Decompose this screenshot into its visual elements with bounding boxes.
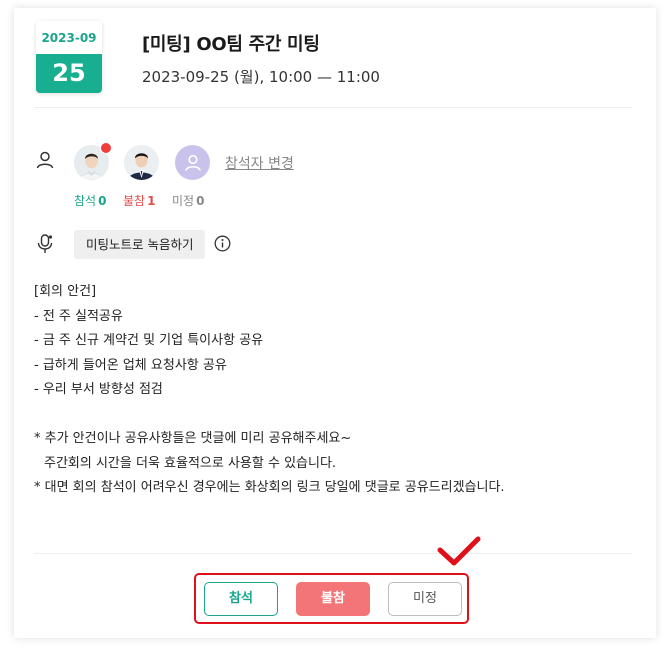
meeting-title: [미팅] OO팀 주간 미팅: [142, 34, 320, 55]
attend-count: 참석 0: [74, 192, 106, 209]
checkmark-icon: [437, 536, 481, 566]
record-meeting-note-button[interactable]: 미팅노트로 녹음하기: [74, 230, 206, 259]
absent-count-value: 1: [147, 194, 156, 208]
undecided-count-label: 미정: [172, 194, 195, 208]
meeting-time: 2023-09-25 (월), 10:00 — 11:00: [142, 68, 380, 86]
info-icon[interactable]: [214, 235, 231, 252]
divider: [34, 553, 632, 554]
absent-count-label: 불참: [123, 194, 146, 208]
attend-count-label: 참석: [74, 194, 97, 208]
absent-count: 불참 1: [123, 192, 155, 209]
microphone-icon: [37, 234, 53, 253]
description-line: * 추가 안건이나 공유사항들은 댓글에 미리 공유해주세요~: [34, 431, 352, 446]
change-attendees-link[interactable]: 참석자 변경: [225, 153, 294, 173]
meeting-description: [회의 안건] - 전 주 실적공유 - 금 주 신규 계약건 및 기업 특이사…: [34, 280, 634, 501]
description-line: - 금 주 신규 계약건 및 기업 특이사항 공유: [34, 333, 264, 348]
description-line: 주간회의 시간을 더욱 효율적으로 사용할 수 있습니다.: [44, 455, 337, 471]
undecided-button[interactable]: 미정: [388, 582, 462, 616]
date-month: 2023-09: [36, 21, 102, 54]
user-placeholder-icon: [184, 154, 201, 171]
description-line: [회의 안건]: [34, 284, 97, 299]
description-line: - 급하게 들어온 업체 요청사항 공유: [34, 357, 227, 373]
divider: [34, 107, 632, 108]
undecided-count: 미정 0: [172, 192, 204, 209]
person-icon: [36, 151, 54, 169]
date-day: 25: [36, 54, 102, 93]
attend-button[interactable]: 참석: [204, 582, 278, 616]
description-line: * 대면 회의 참석이 어려우신 경우에는 화상회의 링크 당일에 댓글로 공유…: [34, 480, 505, 495]
description-line: - 우리 부서 방향성 점검: [34, 382, 163, 397]
date-badge: 2023-09 25: [36, 21, 102, 93]
absent-button[interactable]: 불참: [296, 582, 370, 616]
attendee-avatar-placeholder[interactable]: [175, 145, 210, 180]
notification-dot: [100, 142, 112, 154]
attendee-avatar-2[interactable]: [124, 145, 159, 180]
undecided-count-value: 0: [196, 194, 205, 208]
attend-count-value: 0: [98, 194, 107, 208]
description-line: - 전 주 실적공유: [34, 308, 123, 324]
meeting-card: 2023-09 25 [미팅] OO팀 주간 미팅 2023-09-25 (월)…: [14, 8, 656, 638]
